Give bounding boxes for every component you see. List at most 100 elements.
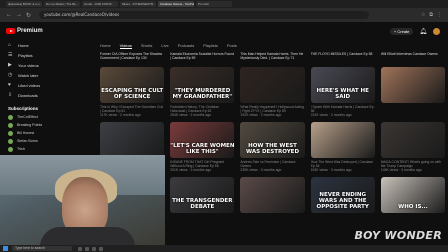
extensions-icon[interactable]: ⧉ (429, 12, 433, 18)
video-thumbnail[interactable]: "LET'S CARE WOMEN LIKE THIS" (170, 122, 235, 158)
video-info[interactable] (240, 215, 304, 229)
video-thumbnail[interactable] (310, 122, 375, 158)
subscription-item[interactable]: Trish (0, 145, 92, 153)
video-info[interactable]: I Spoke With Kamala Harris | Candace Ep … (311, 105, 375, 119)
video-info[interactable]: What Really Happened? Hollywood Acting |… (240, 105, 304, 119)
bookmark-icon[interactable]: ☆ (421, 12, 425, 18)
video-title[interactable]: THE FLOYD MISSILES | Candace Ep 58 (311, 52, 375, 64)
video-info[interactable]: MAGA CONTENT! What's going on with the T… (381, 160, 445, 174)
tab-podcasts[interactable]: Podcasts (178, 43, 194, 49)
taskbar-app-icons (78, 246, 103, 251)
tab-shorts[interactable]: Shorts (141, 43, 153, 49)
video-views: 145K views · 3 months ago (380, 168, 422, 172)
subscription-label: Breaking Points (17, 123, 43, 127)
video-thumbnail[interactable]: NEVER ENDING WARS AND THE OPPOSITE PARTY (310, 177, 375, 213)
video-title[interactable]: This Man Helped Kamala Harris. Then He M… (240, 52, 304, 64)
channel-avatar (8, 122, 13, 128)
browser-tab[interactable]: Pro Deb (196, 1, 232, 7)
video-title[interactable]: Former CIA Officer Exposes The Shadow Go… (100, 52, 164, 64)
sidebar-item-playlists[interactable]: ☰ Playlists (0, 50, 92, 60)
sidebar-item-home[interactable]: ⌂ Home (0, 40, 92, 50)
tab-home[interactable]: Home (100, 43, 111, 49)
video-thumbnail[interactable]: HERE'S WHAT HE SAID (310, 67, 375, 103)
browser-extension-icons: ☆ ⧉ ⋮ (421, 12, 448, 18)
sidebar-item-watch-later[interactable]: ◷ Watch later (0, 70, 92, 80)
sidebar-item-label: Downloads (18, 92, 38, 98)
video-thumbnail[interactable] (380, 122, 446, 158)
browser-tab-strip: [Episodes] BOOK & a r(... Do not Mattel |… (0, 0, 448, 8)
thumbnail-caption: THE TRANSGENDER DEBATE (172, 198, 233, 210)
video-thumbnail[interactable] (240, 177, 305, 213)
browser-toolbar: ← → ↻ youtube.com/@RealCandaceO/videos ☆… (0, 8, 448, 22)
video-thumbnail[interactable]: ESCAPING THE CULT OF SCIENCE (100, 67, 165, 103)
video-thumbnail[interactable]: WHO IS... (380, 177, 446, 213)
browser-tab[interactable]: Do not Mattel | The Be... (44, 1, 80, 7)
subscription-item[interactable]: Bill Honest (0, 129, 92, 137)
avatar[interactable] (433, 28, 440, 35)
channel-tabs: Home Videos Shorts Live Podcasts Playlists Pos… (100, 43, 237, 49)
sidebar-item-liked-videos[interactable]: ♥ Liked videos (0, 80, 92, 90)
video-title-row: Former CIA Officer Exposes The Shadow Go… (100, 52, 445, 64)
video-views: 231K views · 2 months ago (310, 113, 352, 117)
video-thumbnail[interactable] (380, 67, 446, 103)
video-info[interactable]: Forbidden History: The Christian Holocau… (170, 105, 234, 119)
create-button[interactable]: + Create (389, 28, 414, 35)
menu-icon[interactable]: ⋮ (437, 12, 442, 18)
video-info[interactable] (311, 215, 375, 229)
subscription-item[interactable]: TheCutEffect (0, 113, 92, 121)
youtube-play-icon (6, 28, 15, 34)
taskbar-app-icon[interactable] (92, 246, 96, 251)
video-views: 192K views · 2 months ago (240, 113, 282, 117)
thumbnail-caption: HOW THE WEST WAS DESTROYED (246, 143, 300, 155)
video-info[interactable]: This Is Why I Escaped The Scientism Cult… (100, 105, 164, 119)
browser-tab[interactable]: Gmail - 1000 1000 B... (82, 1, 118, 7)
thumbnail-caption: ESCAPING THE CULT OF SCIENCE (101, 88, 164, 100)
video-thumbnail[interactable] (100, 122, 165, 158)
reload-icon[interactable]: ↻ (26, 12, 31, 19)
webcam-person-shirt (40, 227, 135, 245)
back-icon[interactable]: ← (6, 12, 12, 19)
video-info[interactable]: Andrew Tate vs Feminism | Candace Owens 2… (240, 160, 304, 174)
video-thumbnail[interactable]: "THEY MURDERED MY GRANDFATHER" (170, 67, 235, 103)
channel-avatar (8, 114, 13, 120)
tab-posts[interactable]: Posts (227, 43, 237, 49)
sidebar-item-downloads[interactable]: ⇩ Downloads (0, 90, 92, 100)
tab-live[interactable]: Live (161, 43, 168, 49)
tab-videos[interactable]: Videos (119, 43, 132, 49)
video-info[interactable]: INSANE FROM THAT Girl Pregnant Without A… (170, 160, 234, 174)
tab-playlists[interactable]: Playlists (203, 43, 218, 49)
video-views: 163K views · 3 months ago (310, 168, 352, 172)
taskbar-app-icon[interactable] (85, 246, 89, 251)
youtube-logo-label: Premium (17, 28, 43, 34)
video-title[interactable]: Kamala Ekonomia Socialist Horrors Found … (170, 52, 234, 64)
start-button[interactable] (3, 246, 8, 251)
video-info[interactable] (381, 105, 445, 119)
clock-icon: ◷ (8, 71, 13, 78)
browser-tab[interactable]: [Episodes] BOOK & a r(... (6, 1, 42, 7)
thumbnail-caption: "LET'S CARE WOMEN LIKE THIS" (170, 143, 235, 155)
video-info[interactable]: How The West Was Destroyed | Candace Ep … (311, 160, 375, 174)
subscription-item[interactable]: Breaking Points (0, 121, 92, 129)
taskbar-app-icon[interactable] (99, 246, 103, 251)
thumbnail-row: ESCAPING THE CULT OF SCIENCE "THEY MURDER… (100, 67, 446, 103)
video-thumbnail[interactable] (240, 67, 305, 103)
video-views: 117K views · 2 months ago (100, 113, 141, 117)
youtube-logo[interactable]: Premium (0, 22, 92, 34)
taskbar-search[interactable]: Type here to search (12, 246, 72, 251)
sidebar-item-your-videos[interactable]: ▶ Your videos (0, 60, 92, 70)
video-info[interactable] (381, 215, 445, 229)
thumbnail-caption: HERE'S WHAT HE SAID (316, 88, 369, 100)
forward-icon[interactable]: → (16, 12, 22, 19)
address-bar[interactable]: youtube.com/@RealCandaceO/videos (39, 11, 370, 19)
video-title[interactable]: Will Elliott Interviews Candace Owens (381, 52, 445, 64)
subscription-item[interactable]: Stefan Burns (0, 137, 92, 145)
video-thumbnail[interactable]: THE TRANSGENDER DEBATE (170, 177, 235, 213)
browser-tab[interactable]: Mixes - SYNERGESTR... (120, 1, 156, 7)
video-info[interactable] (170, 215, 234, 229)
notifications-icon[interactable]: 🔔︎ (419, 28, 427, 35)
video-thumbnail[interactable]: HOW THE WEST WAS DESTROYED (240, 122, 305, 158)
browser-tab[interactable]: Candace Owens - YouTube (158, 1, 194, 7)
video-meta-title: INSANE FROM THAT Girl Pregnant Without A… (170, 160, 225, 168)
taskbar-app-icon[interactable] (78, 246, 82, 251)
sidebar-nav: ⌂ Home ☰ Playlists ▶ Your videos ◷ Watch later ♥… (0, 40, 92, 100)
